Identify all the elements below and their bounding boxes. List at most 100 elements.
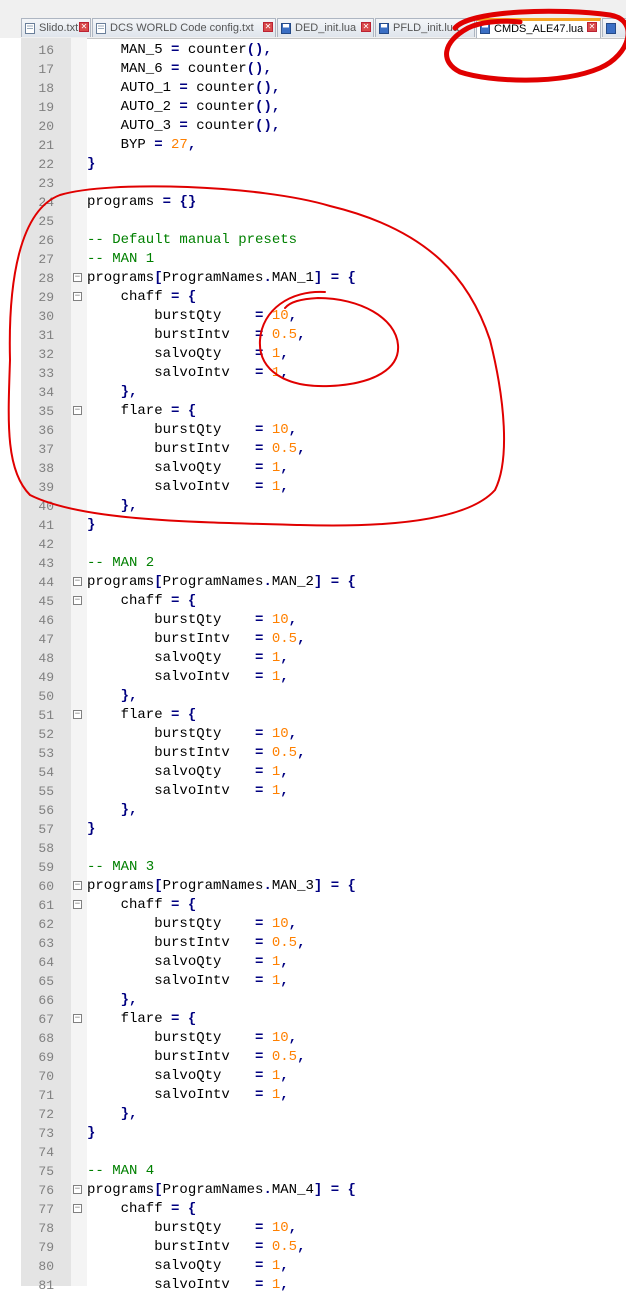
code-line[interactable]: 23 xyxy=(0,174,626,193)
code-line[interactable]: 52 burstQty = 10, xyxy=(0,725,626,744)
fold-toggle-icon[interactable]: − xyxy=(73,710,82,719)
code-line[interactable]: 24 programs = {} xyxy=(0,193,626,212)
code-line[interactable]: 29 − chaff = { xyxy=(0,288,626,307)
close-tab-icon[interactable]: ✕ xyxy=(263,22,273,32)
code-line[interactable]: 70 salvoQty = 1, xyxy=(0,1067,626,1086)
file-icon xyxy=(25,23,35,34)
line-text: }, xyxy=(120,688,138,704)
code-line[interactable]: 40 }, xyxy=(0,497,626,516)
code-line[interactable]: 21 BYP = 27, xyxy=(0,136,626,155)
code-line[interactable]: 59 -- MAN 3 xyxy=(0,858,626,877)
line-text: -- Default manual presets xyxy=(87,232,298,248)
fold-toggle-icon[interactable]: − xyxy=(73,577,82,586)
code-line[interactable]: 16 MAN_5 = counter(), xyxy=(0,41,626,60)
line-number: 74 xyxy=(38,1145,54,1160)
code-line[interactable]: 53 burstIntv = 0.5, xyxy=(0,744,626,763)
tab-dcs-world-code-config[interactable]: DCS WORLD Code config.txt ✕ xyxy=(92,18,276,37)
code-line[interactable]: 31 burstIntv = 0.5, xyxy=(0,326,626,345)
code-line[interactable]: 19 AUTO_2 = counter(), xyxy=(0,98,626,117)
close-tab-icon[interactable]: ✕ xyxy=(361,22,371,32)
code-line[interactable]: 33 salvoIntv = 1, xyxy=(0,364,626,383)
line-number: 51 xyxy=(38,708,54,723)
fold-toggle-icon[interactable]: − xyxy=(73,1185,82,1194)
fold-toggle-icon[interactable]: − xyxy=(73,900,82,909)
fold-toggle-icon[interactable]: − xyxy=(73,1014,82,1023)
code-line[interactable]: 71 salvoIntv = 1, xyxy=(0,1086,626,1105)
line-number: 79 xyxy=(38,1240,54,1255)
code-line[interactable]: 47 burstIntv = 0.5, xyxy=(0,630,626,649)
tab-cmds-ale47[interactable]: CMDS_ALE47.lua ✕ xyxy=(476,18,601,38)
code-line[interactable]: 79 burstIntv = 0.5, xyxy=(0,1238,626,1257)
code-line[interactable]: 61 − chaff = { xyxy=(0,896,626,915)
code-line[interactable]: 76 − programs[ProgramNames.MAN_4] = { xyxy=(0,1181,626,1200)
code-line[interactable]: 73} xyxy=(0,1124,626,1143)
code-line[interactable]: 65 salvoIntv = 1, xyxy=(0,972,626,991)
code-line[interactable]: 41} xyxy=(0,516,626,535)
tab-pfld-init[interactable]: PFLD_init.lua xyxy=(375,18,475,37)
code-line[interactable]: 42 xyxy=(0,535,626,554)
line-number: 26 xyxy=(38,233,54,248)
code-line[interactable]: 60 − programs[ProgramNames.MAN_3] = { xyxy=(0,877,626,896)
code-line[interactable]: 46 burstQty = 10, xyxy=(0,611,626,630)
line-text: salvoIntv = 1, xyxy=(87,669,289,685)
code-line[interactable]: 39 salvoIntv = 1, xyxy=(0,478,626,497)
code-line[interactable]: 34 }, xyxy=(0,383,626,402)
code-line[interactable]: 68 burstQty = 10, xyxy=(0,1029,626,1048)
code-line[interactable]: 72 }, xyxy=(0,1105,626,1124)
code-line[interactable]: 22} xyxy=(0,155,626,174)
tab-overflow[interactable] xyxy=(602,18,626,37)
tab-slido[interactable]: Slido.txt ✕ xyxy=(21,18,91,37)
code-line[interactable]: 35 − flare = { xyxy=(0,402,626,421)
fold-toggle-icon[interactable]: − xyxy=(73,1204,82,1213)
code-line[interactable]: 27 -- MAN 1 xyxy=(0,250,626,269)
code-line[interactable]: 77 − chaff = { xyxy=(0,1200,626,1219)
code-line[interactable]: 54 salvoQty = 1, xyxy=(0,763,626,782)
line-number: 56 xyxy=(38,803,54,818)
code-line[interactable]: 20 AUTO_3 = counter(), xyxy=(0,117,626,136)
code-line[interactable]: 26 -- Default manual presets xyxy=(0,231,626,250)
code-line[interactable]: 66 }, xyxy=(0,991,626,1010)
line-text: salvoQty = 1, xyxy=(87,460,289,476)
code-line[interactable]: 56 }, xyxy=(0,801,626,820)
fold-toggle-icon[interactable]: − xyxy=(73,273,82,282)
code-line[interactable]: 75 -- MAN 4 xyxy=(0,1162,626,1181)
code-line[interactable]: 74 xyxy=(0,1143,626,1162)
code-line[interactable]: 32 salvoQty = 1, xyxy=(0,345,626,364)
code-line[interactable]: 67 − flare = { xyxy=(0,1010,626,1029)
fold-toggle-icon[interactable]: − xyxy=(73,292,82,301)
line-number: 65 xyxy=(38,974,54,989)
code-line[interactable]: 45 − chaff = { xyxy=(0,592,626,611)
close-tab-icon[interactable]: ✕ xyxy=(587,22,597,32)
code-line[interactable]: 50 }, xyxy=(0,687,626,706)
code-line[interactable]: 44 − programs[ProgramNames.MAN_2] = { xyxy=(0,573,626,592)
code-line[interactable]: 43 -- MAN 2 xyxy=(0,554,626,573)
code-line[interactable]: 63 burstIntv = 0.5, xyxy=(0,934,626,953)
code-line[interactable]: 17 MAN_6 = counter(), xyxy=(0,60,626,79)
code-line[interactable]: 49 salvoIntv = 1, xyxy=(0,668,626,687)
code-line[interactable]: 28 − programs[ProgramNames.MAN_1] = { xyxy=(0,269,626,288)
fold-toggle-icon[interactable]: − xyxy=(73,881,82,890)
code-line[interactable]: 36 burstQty = 10, xyxy=(0,421,626,440)
line-text: programs[ProgramNames.MAN_4] = { xyxy=(87,1182,356,1198)
close-tab-icon[interactable]: ✕ xyxy=(79,22,89,32)
fold-toggle-icon[interactable]: − xyxy=(73,596,82,605)
tab-ded-init[interactable]: DED_init.lua ✕ xyxy=(277,18,374,37)
fold-toggle-icon[interactable]: − xyxy=(73,406,82,415)
code-line[interactable]: 62 burstQty = 10, xyxy=(0,915,626,934)
code-line[interactable]: 25 xyxy=(0,212,626,231)
line-text: programs[ProgramNames.MAN_2] = { xyxy=(87,574,356,590)
code-line[interactable]: 57} xyxy=(0,820,626,839)
code-line[interactable]: 80 salvoQty = 1, xyxy=(0,1257,626,1276)
code-line[interactable]: 78 burstQty = 10, xyxy=(0,1219,626,1238)
code-line[interactable]: 58 xyxy=(0,839,626,858)
code-line[interactable]: 51 − flare = { xyxy=(0,706,626,725)
code-line[interactable]: 64 salvoQty = 1, xyxy=(0,953,626,972)
code-line[interactable]: 69 burstIntv = 0.5, xyxy=(0,1048,626,1067)
code-line[interactable]: 38 salvoQty = 1, xyxy=(0,459,626,478)
code-line[interactable]: 30 burstQty = 10, xyxy=(0,307,626,326)
code-line[interactable]: 55 salvoIntv = 1, xyxy=(0,782,626,801)
code-line[interactable]: 37 burstIntv = 0.5, xyxy=(0,440,626,459)
code-line[interactable]: 48 salvoQty = 1, xyxy=(0,649,626,668)
line-text: burstIntv = 0.5, xyxy=(87,1049,306,1065)
code-line[interactable]: 18 AUTO_1 = counter(), xyxy=(0,79,626,98)
